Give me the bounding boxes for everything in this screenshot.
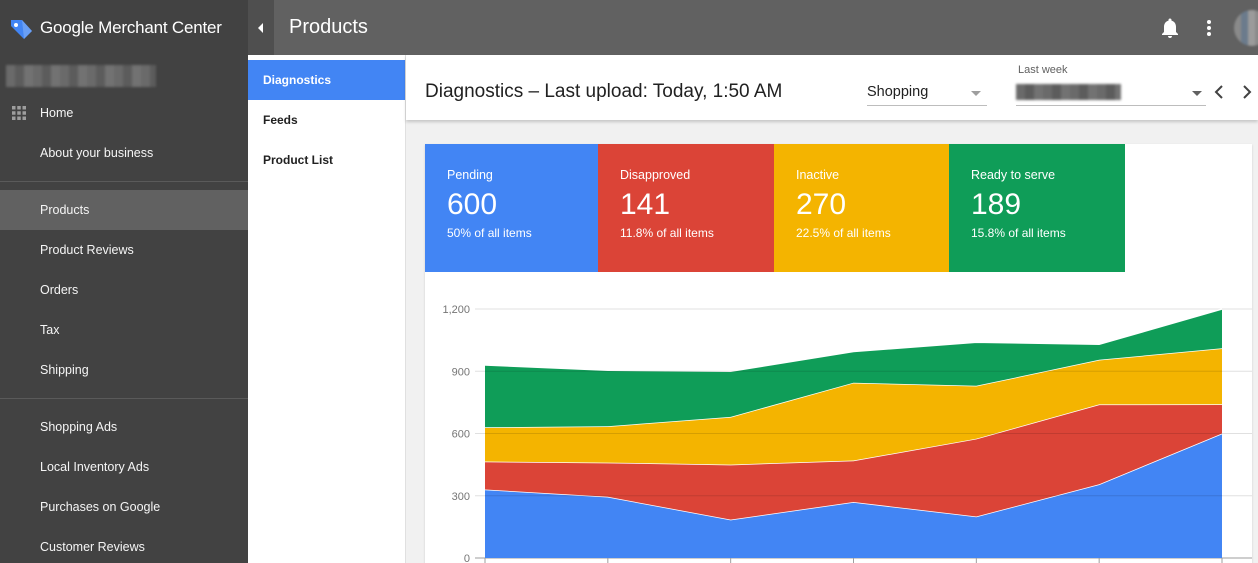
stat-percentage: 22.5% of all items (796, 226, 891, 240)
status-summary: Pending 600 50% of all items Disapproved… (425, 144, 1252, 272)
stat-tile-disapproved[interactable]: Disapproved 141 11.8% of all items (598, 144, 774, 272)
diagnostics-title: Diagnostics – Last upload: Today, 1:50 A… (425, 81, 783, 102)
stat-percentage: 11.8% of all items (620, 226, 714, 240)
dropdown-arrow-icon (971, 91, 981, 96)
sidebar-item-customer-reviews[interactable]: Customer Reviews (0, 527, 248, 563)
sidebar-item-label: Tax (40, 323, 60, 337)
page-title: Products (289, 16, 368, 38)
sidebar-item-label: Home (40, 106, 74, 120)
date-range-value-redacted (1016, 84, 1121, 100)
diagnostics-card: Pending 600 50% of all items Disapproved… (425, 144, 1252, 563)
sidebar-item-purchases-on-google[interactable]: Purchases on Google (0, 487, 248, 527)
sidebar-item-label: Shipping (40, 363, 89, 377)
stat-percentage: 15.8% of all items (971, 226, 1066, 240)
sidebar-item-shopping-ads[interactable]: Shopping Ads (0, 407, 248, 447)
sidebar-item-label: About your business (40, 146, 154, 160)
items-status-area-chart: 0 300 600 900 1,200 (442, 304, 1252, 563)
account-selector[interactable] (6, 59, 248, 93)
notifications-bell-icon[interactable] (1160, 17, 1180, 39)
apps-grid-icon (12, 106, 26, 120)
top-bar: Products (248, 0, 1258, 55)
dropdown-arrow-icon (1192, 91, 1202, 96)
sidebar-divider (0, 181, 248, 182)
sidebar-item-local-inventory-ads[interactable]: Local Inventory Ads (0, 447, 248, 487)
products-subnav: Diagnostics Feeds Product List (248, 55, 406, 563)
chevron-left-icon[interactable] (1214, 85, 1224, 99)
stat-value: 270 (796, 188, 847, 221)
merchant-center-logo-icon (11, 19, 32, 39)
subnav-item-feeds[interactable]: Feeds (248, 100, 405, 140)
stat-value: 600 (447, 188, 498, 221)
diagnostics-header: Diagnostics – Last upload: Today, 1:50 A… (406, 55, 1258, 120)
brand-name: Google Merchant Center (40, 17, 222, 37)
date-range-dropdown[interactable] (1016, 82, 1206, 106)
chevron-right-icon[interactable] (1242, 85, 1252, 99)
sidebar-item-label: Orders (40, 283, 79, 297)
sidebar-item-label: Customer Reviews (40, 540, 145, 554)
sidebar-item-label: Products (40, 203, 90, 217)
sidebar-item-tax[interactable]: Tax (0, 310, 248, 350)
subnav-item-diagnostics[interactable]: Diagnostics (248, 60, 405, 100)
sidebar-item-orders[interactable]: Orders (0, 270, 248, 310)
stat-value: 189 (971, 188, 1022, 221)
stat-tile-ready-to-serve[interactable]: Ready to serve 189 15.8% of all items (949, 144, 1125, 272)
channel-dropdown-value: Shopping (867, 84, 929, 100)
stat-tile-pending[interactable]: Pending 600 50% of all items (425, 144, 598, 272)
sidebar-item-about-your-business[interactable]: About your business (0, 133, 248, 173)
sidebar-item-label: Product Reviews (40, 243, 134, 257)
sidebar-item-home[interactable]: Home (0, 93, 248, 133)
subnav-item-product-list[interactable]: Product List (248, 140, 405, 180)
sidebar-item-shipping[interactable]: Shipping (0, 350, 248, 390)
stat-label: Inactive (796, 168, 840, 182)
stat-value: 141 (620, 188, 671, 221)
channel-dropdown[interactable]: Shopping (867, 84, 987, 106)
y-tick-label: 300 (452, 491, 470, 503)
y-tick-label: 0 (464, 553, 470, 563)
stat-percentage: 50% of all items (447, 226, 532, 240)
sidebar-divider (0, 398, 248, 399)
sidebar-item-label: Shopping Ads (40, 420, 118, 434)
more-vert-icon[interactable] (1206, 19, 1212, 37)
y-tick-label: 1,200 (442, 304, 470, 316)
topbar-actions (1160, 0, 1258, 55)
left-navigation: Google Merchant Center Home About your b… (0, 0, 248, 563)
brand[interactable]: Google Merchant Center (0, 0, 248, 55)
stat-label: Pending (447, 168, 493, 182)
date-range-label: Last week (1018, 64, 1068, 76)
stat-tile-inactive[interactable]: Inactive 270 22.5% of all items (774, 144, 949, 272)
y-tick-label: 600 (452, 429, 470, 441)
stat-label: Ready to serve (971, 168, 1056, 182)
sidebar-item-product-reviews[interactable]: Product Reviews (0, 230, 248, 270)
account-name-redacted (6, 65, 156, 87)
sidebar-item-label: Purchases on Google (40, 500, 161, 514)
stat-label: Disapproved (620, 168, 691, 182)
caret-left-icon (258, 22, 263, 33)
collapse-sidebar-button[interactable] (248, 0, 274, 55)
sidebar-item-label: Local Inventory Ads (40, 460, 150, 474)
y-tick-label: 900 (452, 366, 470, 378)
sidebar-item-products[interactable]: Products (0, 190, 248, 230)
avatar[interactable] (1234, 9, 1258, 46)
